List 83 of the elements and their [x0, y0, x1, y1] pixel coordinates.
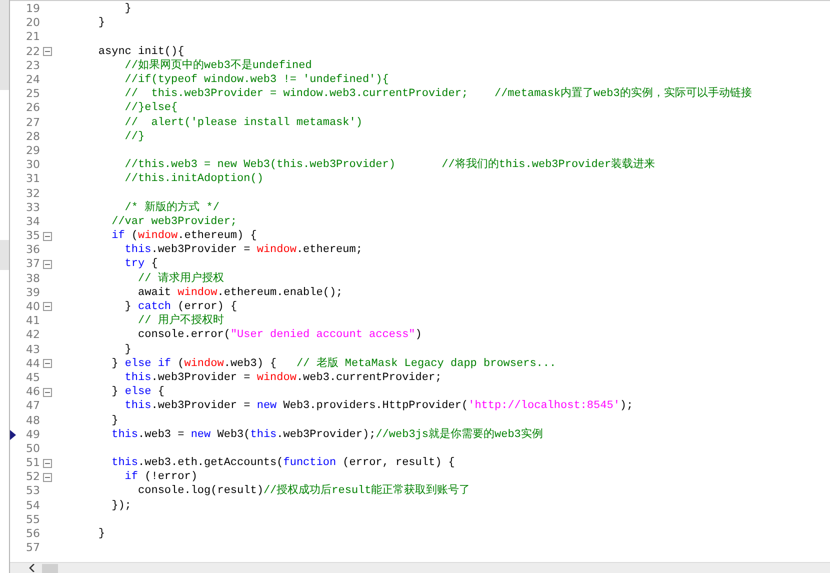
code-line: this.web3Provider = window.ethereum; [124, 243, 362, 258]
line-number: 48 [25, 414, 40, 428]
code-line: //}else{ [124, 101, 178, 116]
fold-icon[interactable] [43, 472, 52, 482]
line-number: 38 [25, 272, 40, 286]
code-line: //this.web3 = new Web3(this.web3Provider) //将我们的this.web3Provider装载进来 [124, 158, 656, 172]
line-number: 52 [25, 470, 40, 484]
line-number: 49 [25, 428, 40, 442]
line-number: 29 [25, 144, 40, 158]
line-number: 42 [25, 328, 40, 342]
line-number: 31 [25, 172, 40, 186]
line-number: 27 [25, 116, 40, 130]
code-line: //this.initAdoption() [124, 172, 264, 186]
code-line: await window.ethereum.enable(); [137, 286, 343, 300]
code-line: async init(){ [97, 44, 184, 59]
line-number: 53 [25, 484, 40, 498]
code-line: this.web3 = new Web3(this.web3Provider);//web3js就是你需要的web3实例 [110, 428, 543, 442]
code-line: // 请求用户授权 [137, 272, 224, 286]
code-line: /* 新版的方式 */ [124, 200, 220, 215]
code-line: this.web3.eth.getAccounts(function (error, result) { [110, 456, 455, 470]
code-line: } [124, 2, 132, 16]
line-number: 30 [25, 158, 40, 172]
code-line: //} [124, 130, 145, 144]
line-number: 19 [25, 2, 40, 16]
fold-icon[interactable] [43, 302, 52, 312]
scroll-thumb[interactable] [42, 564, 58, 572]
code-line: // 用户不授权时 [137, 314, 224, 328]
line-number: 22 [25, 44, 40, 59]
code-line: try { [124, 257, 158, 272]
fold-icon[interactable] [43, 359, 52, 368]
line-number: 26 [25, 101, 40, 116]
line-number: 35 [25, 229, 40, 244]
line-number: 41 [25, 314, 40, 328]
line-number: 33 [25, 200, 40, 215]
horizontal-scrollbar[interactable] [10, 562, 830, 573]
code-line: } else if (window.web3) { // 老版 MetaMask Legacy dapp browsers... [110, 356, 556, 371]
line-number: 57 [25, 541, 40, 556]
line-number: 39 [25, 286, 40, 300]
code-line: } [97, 16, 106, 30]
line-number: 54 [25, 498, 40, 513]
line-number: 25 [25, 87, 40, 102]
line-number: 28 [25, 130, 40, 144]
fold-icon[interactable] [43, 388, 52, 397]
line-number: 21 [25, 30, 40, 44]
code-line: console.error("User denied account access") [137, 328, 422, 342]
code-line: this.web3Provider = new Web3.providers.HttpProvider('http://localhost:8545'); [124, 399, 634, 414]
line-number: 55 [25, 512, 40, 527]
code-line: } catch (error) { [124, 300, 238, 314]
fold-icon[interactable] [43, 458, 52, 468]
code-line: this.web3Provider = window.web3.currentProvider; [124, 370, 442, 385]
line-number: 23 [25, 58, 40, 73]
line-number: 34 [25, 214, 40, 229]
code-line: } else { [110, 385, 164, 400]
line-number: 20 [25, 16, 40, 30]
line-number: 37 [25, 257, 40, 272]
code-line: if (window.ethereum) { [110, 229, 257, 244]
code-line: if (!error) [124, 470, 198, 484]
code-line: console.log(result)//授权成功后result能正常获取到账号了 [137, 484, 470, 498]
code-line: // alert('please install metamask') [124, 116, 362, 130]
code-line: //if(typeof window.web3 != 'undefined'){ [124, 73, 389, 88]
fold-icon[interactable] [43, 232, 52, 240]
code-line: }); [110, 498, 132, 513]
line-number: 24 [25, 73, 40, 88]
code-line: //如果网页中的web3不是undefined [124, 58, 312, 73]
code-line: //var web3Provider; [110, 214, 238, 229]
code-line: } [110, 414, 118, 428]
line-number: 43 [25, 342, 40, 357]
line-number: 46 [25, 385, 40, 400]
line-number: 32 [25, 186, 40, 201]
code-line: } [97, 527, 106, 542]
line-number: 40 [25, 300, 40, 314]
line-number: 51 [25, 456, 40, 470]
code-line: // this.web3Provider = window.web3.currentProvider; //metamask内置了web3的实例，实际可以手动链接 [124, 87, 752, 102]
scroll-left-icon[interactable] [28, 564, 36, 572]
line-number: 45 [25, 370, 40, 385]
fold-icon[interactable] [43, 47, 52, 56]
line-number: 36 [25, 243, 40, 258]
line-number: 56 [25, 527, 40, 542]
fold-icon[interactable] [43, 260, 52, 269]
line-number: 47 [25, 399, 40, 414]
line-number: 44 [25, 356, 40, 371]
line-number: 50 [25, 442, 40, 456]
code-line: } [124, 342, 132, 357]
